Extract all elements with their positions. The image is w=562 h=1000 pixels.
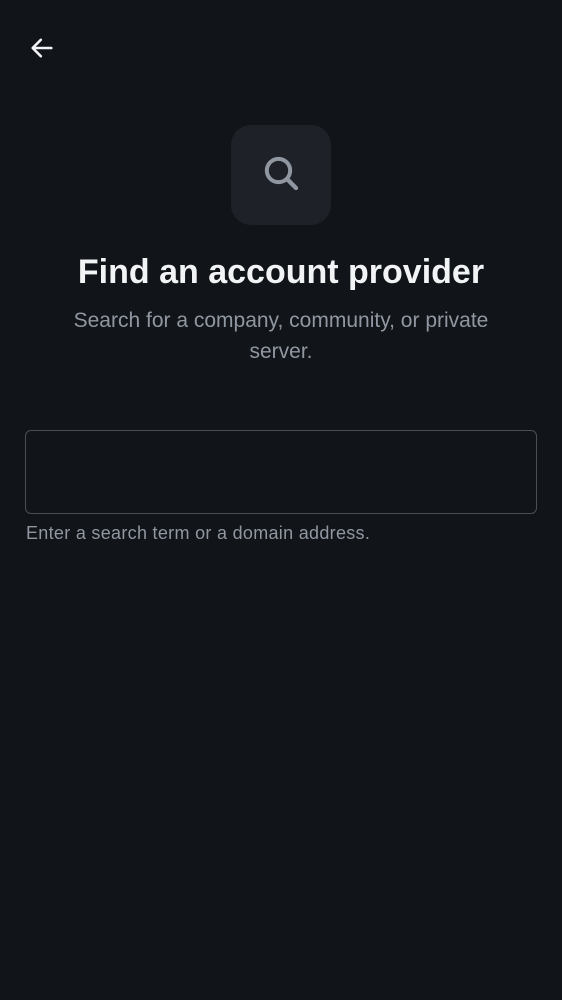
search-field[interactable] (25, 430, 537, 514)
find-account-provider-screen: Find an account provider Search for a co… (0, 0, 562, 1000)
search-icon-tile (231, 125, 331, 225)
back-button[interactable] (20, 28, 64, 72)
page-subtitle: Search for a company, community, or priv… (73, 309, 489, 363)
search-input[interactable] (26, 431, 536, 513)
search-icon (261, 153, 301, 198)
page-title: Find an account provider (77, 253, 485, 291)
arrow-left-icon (28, 34, 56, 67)
search-helper-text: Enter a search term or a domain address. (26, 523, 371, 543)
